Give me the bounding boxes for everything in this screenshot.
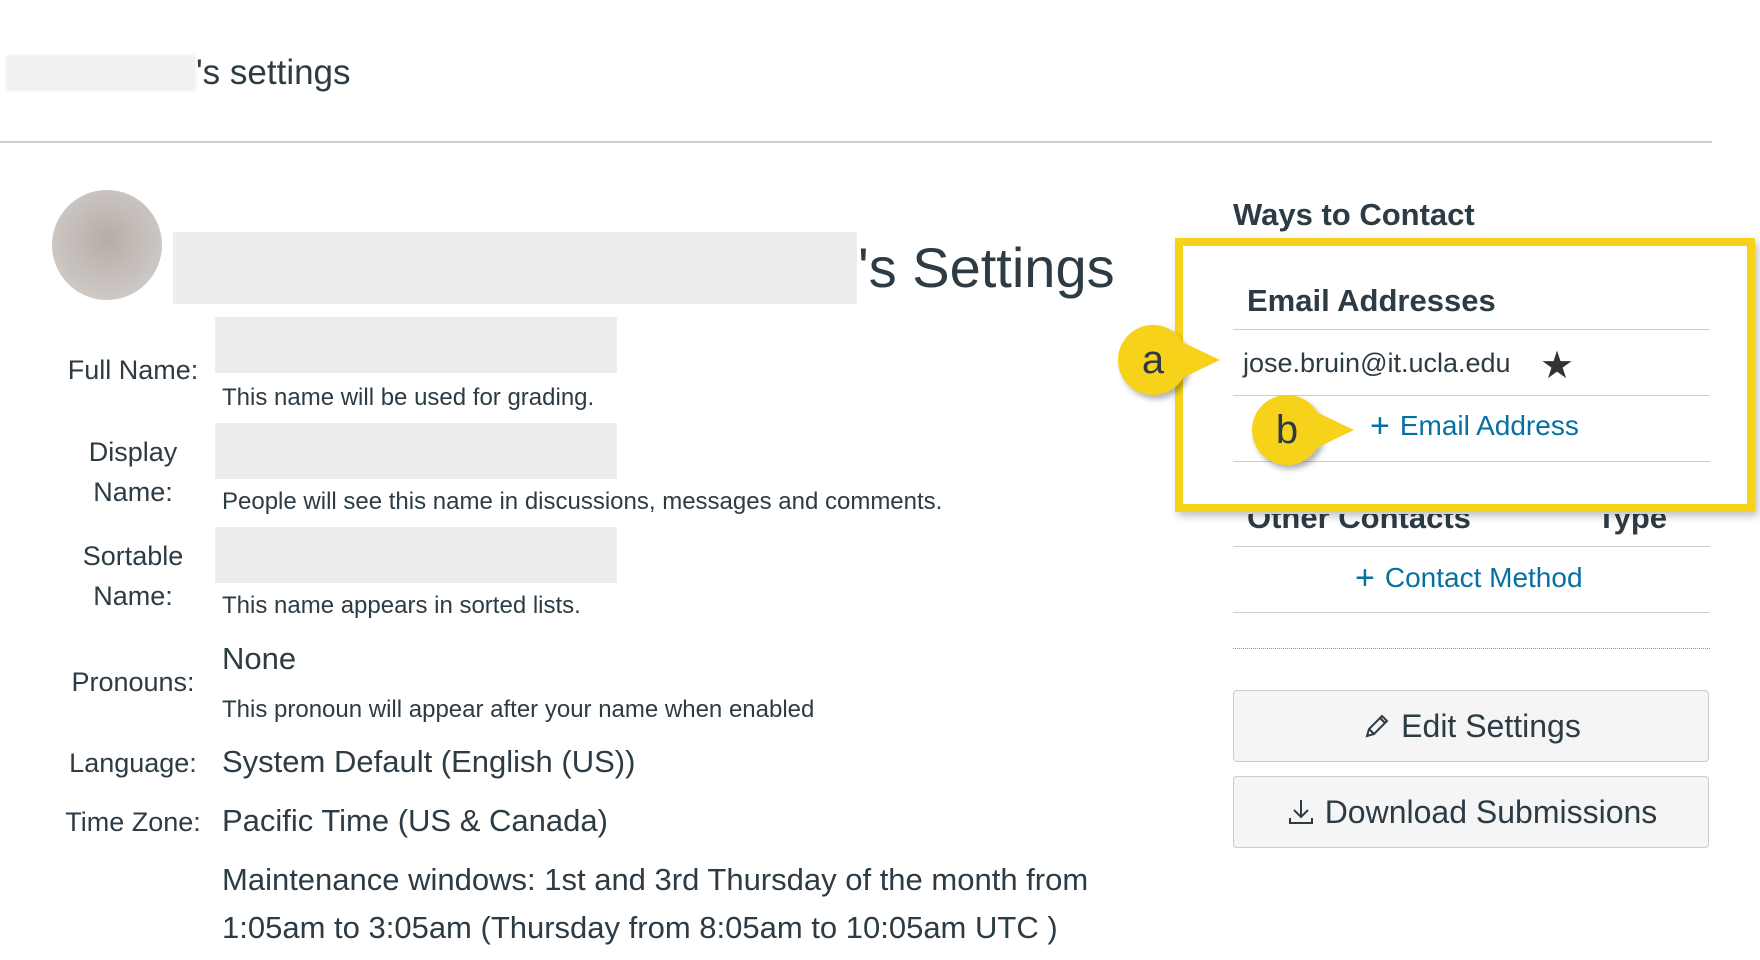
breadcrumb: 's settings: [0, 44, 351, 102]
page-title: 's Settings: [858, 236, 1115, 299]
download-submissions-label: Download Submissions: [1324, 793, 1658, 830]
maintenance-window-line-1: Maintenance windows: 1st and 3rd Thursda…: [222, 862, 1089, 897]
plus-icon: +: [1355, 559, 1375, 597]
dotted-separator: [1233, 648, 1710, 649]
download-icon: [1288, 800, 1313, 824]
full-name-label: Full Name:: [67, 355, 199, 385]
pronouns-label: Pronouns:: [71, 667, 195, 697]
display-name-help: People will see this name in discussions…: [222, 488, 943, 515]
time-zone-label: Time Zone:: [65, 807, 201, 837]
display-name-label: Display: [88, 437, 178, 467]
callout-b: b: [1252, 395, 1354, 465]
sortable-name-help: This name appears in sorted lists.: [222, 592, 581, 619]
display-name-value: [215, 423, 617, 479]
language-label: Language:: [69, 748, 197, 778]
maintenance-window-line-2: 1:05am to 3:05am (Thursday from 8:05am t…: [222, 910, 1058, 945]
redacted-profile-name: [173, 232, 857, 304]
full-name-value: [215, 317, 617, 373]
ways-to-contact-heading: Ways to Contact: [1233, 197, 1475, 232]
download-submissions-button[interactable]: Download Submissions: [1233, 776, 1709, 848]
display-name-label-2: Name:: [93, 477, 173, 507]
callout-b-pointer: [1308, 408, 1354, 452]
full-name-help: This name will be used for grading.: [222, 384, 595, 411]
other-contacts-divider: [1233, 546, 1710, 547]
header-divider: [0, 141, 1712, 143]
sortable-name-label-2: Name:: [93, 581, 173, 611]
language-value: System Default (English (US)): [222, 744, 636, 779]
edit-settings-label: Edit Settings: [1401, 707, 1581, 744]
breadcrumb-label: 's settings: [196, 53, 351, 92]
callout-a-pointer: [1174, 338, 1220, 382]
contact-method-divider: [1233, 612, 1710, 613]
pronouns-value: None: [222, 641, 297, 676]
edit-settings-button[interactable]: Edit Settings: [1233, 690, 1709, 762]
callout-a: a: [1118, 325, 1220, 395]
add-contact-method-link[interactable]: + Contact Method: [1355, 561, 1583, 595]
pronouns-help: This pronoun will appear after your name…: [222, 696, 815, 723]
redacted-user-name: [6, 55, 196, 91]
highlight-box: [1175, 238, 1755, 512]
pencil-icon: [1365, 714, 1389, 738]
sortable-name-value: [215, 527, 617, 583]
add-contact-label: Contact Method: [1384, 562, 1583, 593]
avatar[interactable]: [52, 190, 162, 300]
sortable-name-label: Sortable: [82, 541, 184, 571]
time-zone-value: Pacific Time (US & Canada): [222, 803, 608, 838]
